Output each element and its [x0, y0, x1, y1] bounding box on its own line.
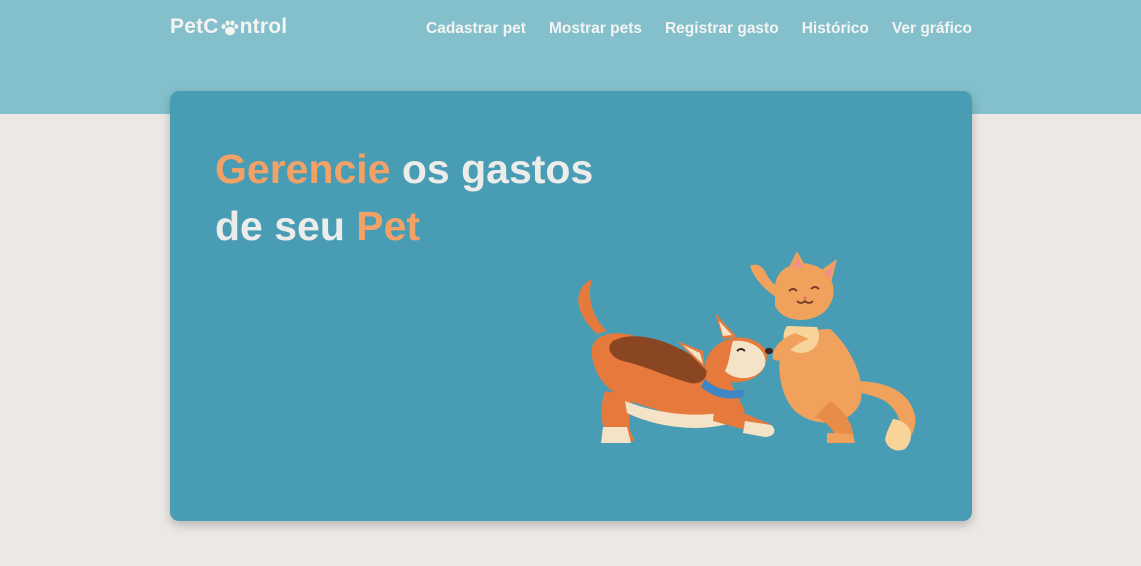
dog-and-cat-illustration [565, 241, 945, 461]
logo[interactable]: PetC ntrol [170, 15, 287, 39]
paw-icon [220, 18, 240, 38]
nav-mostrar-pets[interactable]: Mostrar pets [549, 20, 642, 38]
headline-highlight-pet: Pet [356, 203, 421, 249]
main-nav: Cadastrar pet Mostrar pets Registrar gas… [403, 20, 972, 38]
nav-cadastrar-pet[interactable]: Cadastrar pet [426, 20, 526, 38]
nav-registrar-gasto[interactable]: Registrar gasto [665, 20, 779, 38]
nav-ver-grafico[interactable]: Ver gráfico [892, 20, 972, 38]
logo-text-suffix: ntrol [239, 15, 288, 38]
dog-illustration [578, 279, 775, 443]
hero-card: Gerencie os gastos de seu Pet [170, 91, 972, 521]
hero-headline: Gerencie os gastos de seu Pet [215, 141, 593, 255]
headline-highlight-gerencie: Gerencie [215, 146, 391, 192]
headline-text-1: os gastos [390, 146, 594, 192]
nav-historico[interactable]: Histórico [802, 20, 869, 38]
logo-text-prefix: PetC [170, 15, 219, 38]
headline-text-2: de seu [215, 203, 357, 249]
cat-illustration [750, 251, 916, 451]
